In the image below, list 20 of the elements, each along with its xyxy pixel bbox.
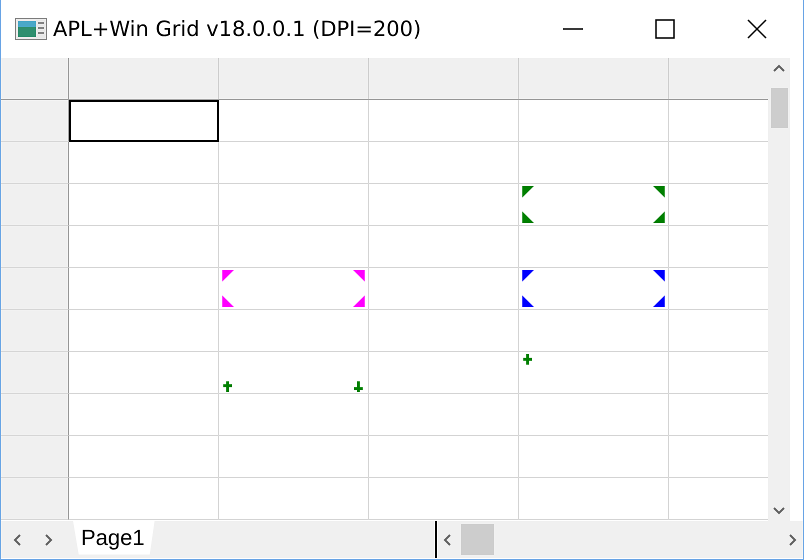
sheet-tab[interactable]: Page1 bbox=[73, 520, 155, 554]
close-icon[interactable] bbox=[746, 18, 768, 40]
scroll-thumb[interactable] bbox=[461, 524, 494, 555]
row-header[interactable] bbox=[1, 352, 69, 394]
row-header[interactable] bbox=[1, 100, 69, 142]
grid-cell[interactable] bbox=[69, 100, 219, 142]
row-header[interactable] bbox=[1, 268, 69, 310]
row-header[interactable] bbox=[1, 478, 69, 520]
row-header[interactable] bbox=[1, 142, 69, 184]
scroll-thumb[interactable] bbox=[770, 88, 788, 128]
row-header[interactable] bbox=[1, 394, 69, 436]
plus-mark-icon bbox=[523, 354, 532, 365]
row-header[interactable] bbox=[1, 310, 69, 352]
app-icon bbox=[15, 18, 47, 40]
row-header[interactable] bbox=[1, 184, 69, 226]
row-header[interactable] bbox=[1, 436, 69, 478]
window-title: APL+Win Grid v18.0.0.1 (DPI=200) bbox=[53, 17, 422, 41]
row-header[interactable] bbox=[1, 226, 69, 268]
maximize-icon[interactable] bbox=[654, 18, 676, 40]
vertical-scrollbar[interactable] bbox=[768, 58, 790, 521]
